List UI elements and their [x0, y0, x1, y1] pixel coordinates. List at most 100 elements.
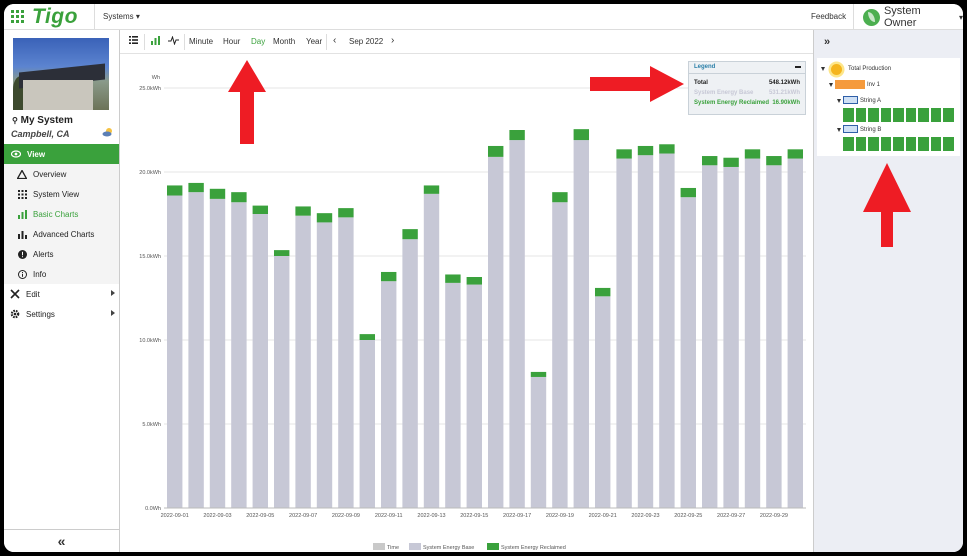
range-day-button[interactable]: Day: [251, 37, 265, 46]
x-tick-label: 2022-09-01: [161, 513, 189, 519]
bar-energy-base: [573, 140, 590, 508]
tree-inverter[interactable]: Inv 1: [867, 82, 880, 88]
tools-icon: [10, 289, 20, 299]
list-icon[interactable]: [129, 36, 138, 46]
legend-row-total: Total 548.12kWh: [694, 80, 800, 86]
tree-string-b[interactable]: String B: [860, 127, 881, 133]
y-axis-label: Wh: [152, 75, 160, 81]
y-tick-label: 15.0kWh: [139, 254, 161, 260]
solar-panel[interactable]: [868, 108, 879, 122]
energy-chart: 0.0Wh 5.0kWh 10.0kWh 15.0kWh 20.0kWh 25.0kWh W…: [120, 54, 813, 552]
sidebar-item-basic-charts[interactable]: Basic Charts: [4, 204, 119, 224]
caret-down-icon[interactable]: [821, 67, 825, 71]
bar-energy-base: [445, 282, 461, 508]
systems-menu[interactable]: Systems ▾: [103, 12, 140, 21]
sidebar-item-alerts[interactable]: Alerts: [4, 244, 119, 264]
bar-chart-view-icon[interactable]: [151, 36, 160, 47]
prev-period-button[interactable]: ‹: [333, 35, 336, 46]
bar-energy-reclaimed: [723, 157, 739, 167]
bar-energy-reclaimed: [359, 334, 376, 340]
sidebar-item-overview[interactable]: Overview: [4, 164, 119, 184]
sidebar-item-view[interactable]: View: [4, 144, 119, 164]
legend-title: Legend: [694, 64, 716, 70]
red-arrow-right-annotation: [590, 66, 684, 102]
bar-energy-base: [423, 193, 440, 508]
info-icon: [17, 269, 27, 279]
bar-energy-reclaimed: [338, 208, 354, 218]
caret-down-icon[interactable]: [829, 83, 833, 87]
system-tree: Total Production Inv 1 String A String B: [817, 58, 960, 156]
x-tick-label: 2022-09-25: [674, 513, 702, 519]
sidebar-item-advanced-charts[interactable]: Advanced Charts: [4, 224, 119, 244]
caret-down-icon[interactable]: [837, 128, 841, 132]
x-tick-label: 2022-09-21: [589, 513, 617, 519]
solar-panel[interactable]: [843, 137, 854, 151]
solar-panel[interactable]: [880, 108, 891, 122]
solar-panel[interactable]: [918, 137, 929, 151]
solar-panel[interactable]: [855, 137, 866, 151]
feedback-link[interactable]: Feedback: [811, 12, 846, 21]
bar-chart-icon: [17, 209, 27, 219]
chevron-down-icon: ▾: [135, 12, 140, 21]
bar-energy-reclaimed: [701, 156, 718, 166]
solar-panel[interactable]: [843, 108, 854, 122]
string-icon: [843, 96, 858, 104]
bar-energy-reclaimed: [744, 149, 761, 159]
expand-panel-button[interactable]: »: [824, 36, 830, 48]
line-chart-view-icon[interactable]: [168, 35, 179, 47]
bar-energy-base: [766, 165, 782, 508]
x-tick-label: 2022-09-15: [460, 513, 488, 519]
sidebar-item-system-view[interactable]: System View: [4, 184, 119, 204]
app-grid-icon[interactable]: [11, 10, 25, 24]
solar-panel[interactable]: [893, 137, 904, 151]
bar-energy-base: [787, 158, 804, 508]
legend-label: System Energy Base: [423, 545, 474, 551]
solar-panel[interactable]: [905, 137, 916, 151]
bar-energy-base: [316, 222, 333, 508]
solar-panel[interactable]: [868, 137, 879, 151]
range-year-button[interactable]: Year: [306, 37, 322, 46]
period-label[interactable]: Sep 2022: [349, 37, 383, 46]
bar-energy-reclaimed: [466, 277, 483, 285]
bar-energy-base: [552, 202, 568, 509]
bar-energy-reclaimed: [680, 187, 697, 198]
range-minute-button[interactable]: Minute: [189, 37, 213, 46]
next-period-button[interactable]: ›: [391, 35, 394, 46]
solar-panel[interactable]: [930, 108, 941, 122]
bar-energy-base: [295, 215, 311, 508]
solar-panel[interactable]: [943, 137, 954, 151]
range-hour-button[interactable]: Hour: [223, 37, 240, 46]
solar-panel[interactable]: [880, 137, 891, 151]
range-month-button[interactable]: Month: [273, 37, 295, 46]
minimize-icon[interactable]: [795, 66, 801, 68]
bar-energy-reclaimed: [166, 185, 183, 196]
legend-row-reclaimed: System Energy Reclaimed 16.90kWh: [694, 100, 800, 106]
sidebar-item-info[interactable]: Info: [4, 264, 119, 284]
app-window: Tigo Systems ▾ Feedback System Owner ▾ ⚲…: [4, 4, 963, 552]
system-owner-menu[interactable]: System Owner ▾: [863, 5, 963, 29]
bar-energy-base: [744, 158, 761, 508]
y-tick-label: 10.0kWh: [139, 338, 161, 344]
x-tick-label: 2022-09-27: [717, 513, 745, 519]
tree-total-production[interactable]: Total Production: [848, 66, 891, 72]
collapse-sidebar-button[interactable]: «: [4, 529, 119, 552]
bar-energy-base: [273, 256, 290, 508]
bar-energy-base: [530, 376, 547, 508]
sidebar-item-settings[interactable]: Settings: [4, 304, 119, 324]
bar-energy-base: [231, 202, 247, 509]
solar-panel[interactable]: [905, 108, 916, 122]
bar-energy-reclaimed: [787, 149, 804, 159]
solar-panel[interactable]: [918, 108, 929, 122]
tree-string-a[interactable]: String A: [860, 98, 881, 104]
y-tick-label: 5.0kWh: [142, 422, 161, 428]
bar-energy-reclaimed: [766, 156, 782, 166]
solar-panel[interactable]: [930, 137, 941, 151]
sidebar-item-edit[interactable]: Edit: [4, 284, 119, 304]
solar-panel[interactable]: [943, 108, 954, 122]
red-arrow-up-annotation: [228, 60, 266, 144]
warning-triangle-icon: [17, 169, 27, 179]
solar-panel[interactable]: [855, 108, 866, 122]
caret-down-icon[interactable]: [837, 99, 841, 103]
bar-energy-reclaimed: [231, 192, 247, 203]
solar-panel[interactable]: [893, 108, 904, 122]
